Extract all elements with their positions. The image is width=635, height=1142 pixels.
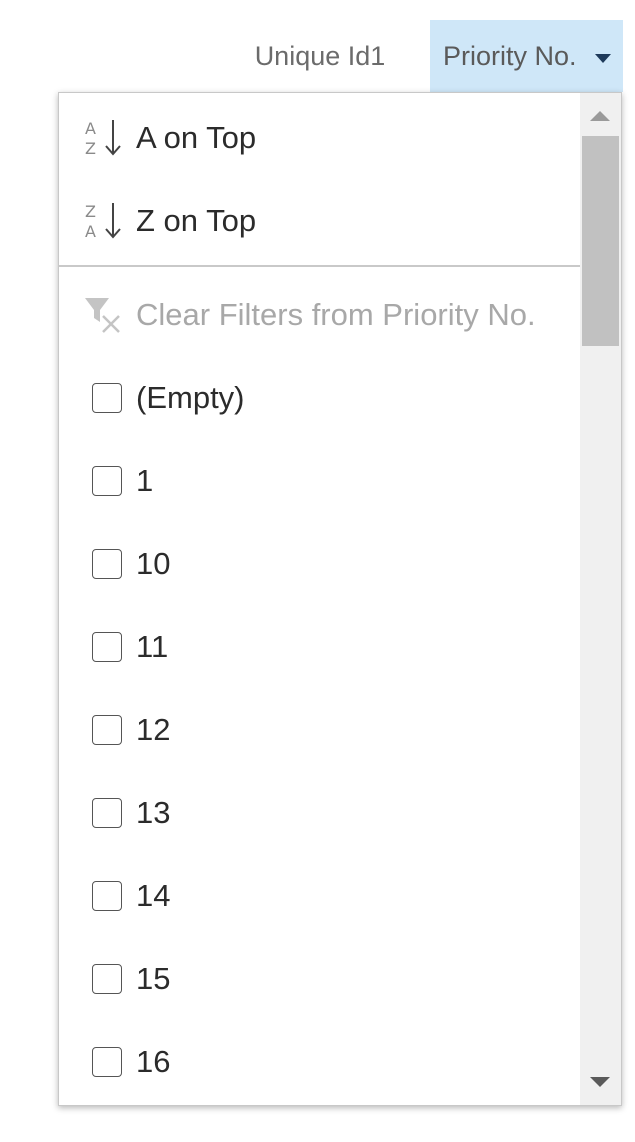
sort-descending-icon: Z A — [85, 202, 121, 241]
checkbox[interactable] — [92, 466, 122, 496]
sort-ascending-icon: A Z — [85, 119, 121, 158]
filter-option-10[interactable]: 10 — [59, 533, 580, 595]
column-header-unique-id-label: Unique Id1 — [254, 40, 386, 71]
filter-option-label: 10 — [136, 546, 171, 581]
filter-option-15[interactable]: 15 — [59, 948, 580, 1010]
dropdown-arrow-icon[interactable] — [595, 54, 611, 63]
svg-text:Z: Z — [85, 202, 96, 221]
column-header-priority[interactable]: Priority No. — [430, 20, 623, 92]
clear-filter-icon — [85, 298, 120, 333]
filter-option-14[interactable]: 14 — [59, 865, 580, 927]
menu-separator — [59, 265, 580, 267]
filter-option-1[interactable]: 1 — [59, 450, 580, 512]
filter-option-label: 1 — [136, 463, 154, 498]
filter-option-label: 14 — [136, 878, 171, 913]
vertical-scrollbar[interactable] — [580, 93, 621, 1105]
filter-option-11[interactable]: 11 — [59, 616, 580, 678]
filter-option-label: 11 — [136, 629, 169, 664]
filter-option-label: 15 — [136, 961, 171, 996]
checkbox[interactable] — [92, 964, 122, 994]
filter-option-label: 13 — [136, 795, 171, 830]
filter-option-label: 16 — [136, 1044, 171, 1079]
filter-dropdown: A Z A on Top Z A Z on Top Clear Filters … — [58, 92, 622, 1106]
svg-text:A: A — [85, 222, 96, 241]
checkbox[interactable] — [92, 549, 122, 579]
filter-option-label: 12 — [136, 712, 171, 747]
checkbox[interactable] — [92, 1047, 122, 1077]
scroll-thumb[interactable] — [582, 136, 619, 346]
filter-menu: A Z A on Top Z A Z on Top Clear Filters … — [59, 93, 580, 1105]
svg-text:A: A — [85, 119, 96, 138]
checkbox[interactable] — [92, 632, 122, 662]
checkbox[interactable] — [92, 715, 122, 745]
checkbox[interactable] — [92, 383, 122, 413]
checkbox[interactable] — [92, 881, 122, 911]
sort-ascending-label: A on Top — [136, 120, 257, 155]
sort-descending-label: Z on Top — [136, 203, 257, 238]
sort-ascending-item[interactable]: A Z A on Top — [59, 107, 580, 169]
clear-filter-label: Clear Filters from Priority No. — [136, 297, 536, 332]
checkbox[interactable] — [92, 798, 122, 828]
filter-option-12[interactable]: 12 — [59, 699, 580, 761]
clear-filter-item: Clear Filters from Priority No. — [59, 284, 580, 346]
column-header-priority-label: Priority No. — [443, 40, 577, 71]
filter-option-label: (Empty) — [136, 380, 245, 415]
filter-option-empty[interactable]: (Empty) — [59, 367, 580, 429]
filter-option-16[interactable]: 16 — [59, 1031, 580, 1093]
scroll-up-arrow-icon[interactable] — [590, 111, 610, 121]
scroll-down-arrow-icon[interactable] — [590, 1077, 610, 1087]
sort-descending-item[interactable]: Z A Z on Top — [59, 190, 580, 252]
filter-option-13[interactable]: 13 — [59, 782, 580, 844]
column-header-unique-id[interactable]: Unique Id1 — [232, 20, 408, 92]
svg-text:Z: Z — [85, 139, 96, 158]
